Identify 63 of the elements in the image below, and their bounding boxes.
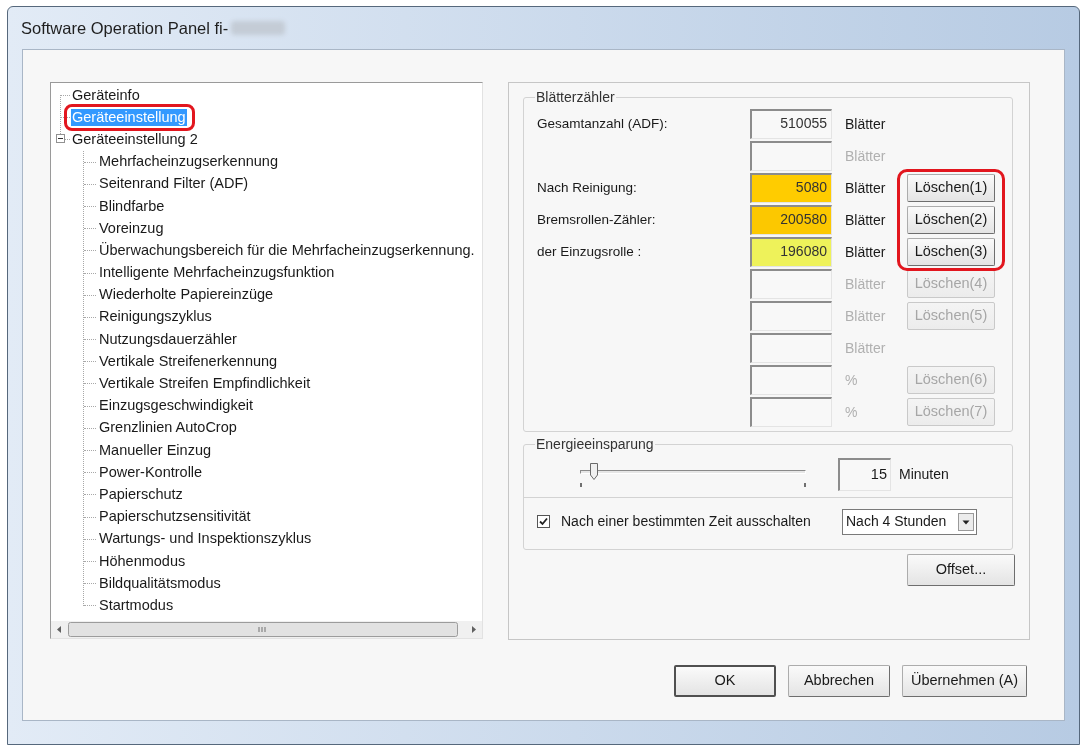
checkbox-label: Nach einer bestimmten Zeit ausschalten [561, 512, 812, 531]
minutes-field[interactable]: 15 [838, 458, 891, 491]
tree-item[interactable]: Mehrfacheinzugserkennung [98, 153, 279, 171]
collapse-icon[interactable] [56, 134, 65, 144]
unit-label: Blätter [845, 179, 886, 196]
tree-item[interactable]: Vertikale Streifen Empfindlichkeit [98, 375, 312, 393]
tree-item[interactable]: Blindfarbe [98, 197, 166, 215]
group-title: Energieeinsparung [535, 437, 655, 452]
counter-label: Bremsrollen-Zähler: [537, 211, 656, 227]
tree-item[interactable]: Wiederholte Papiereinzüge [98, 286, 275, 304]
tree-item[interactable]: Papierschutzsensitivität [98, 508, 252, 526]
tree-item[interactable]: Höhenmodus [98, 552, 187, 570]
window-title: Software Operation Panel fi- [21, 17, 229, 39]
redacted-block [231, 21, 286, 35]
counter-field: 5080 [750, 173, 832, 203]
unit-label: % [845, 371, 858, 388]
minutes-label: Minuten [899, 465, 949, 484]
push-button[interactable]: Löschen(2) [907, 206, 995, 234]
tree-item[interactable]: Grenzlinien AutoCrop [98, 419, 238, 437]
counter-label: Nach Reinigung: [537, 179, 637, 195]
push-button[interactable]: Offset... [907, 554, 1015, 586]
unit-label: Blätter [845, 147, 886, 164]
tree-item[interactable]: Papierschutz [98, 485, 184, 503]
unit-label: % [845, 403, 858, 420]
tick-mark-icon [580, 482, 582, 487]
push-button[interactable]: Abbrechen [788, 665, 890, 697]
tree-item[interactable]: Power-Kontrolle [98, 463, 204, 481]
counter-field: 196080 [750, 237, 832, 267]
push-button[interactable]: OK [674, 665, 776, 697]
tree-item[interactable]: Reinigungszyklus [98, 308, 213, 326]
tick-mark-icon [804, 482, 806, 487]
unit-label: Blätter [845, 211, 886, 228]
unit-label: Blätter [845, 275, 886, 292]
tree-item[interactable]: Startmodus [98, 596, 175, 614]
unit-label: Blätter [845, 307, 886, 324]
tree-item[interactable]: Geräteeinstellung 2 [71, 130, 199, 148]
unit-label: Blätter [845, 243, 886, 260]
counter-field: 200580 [750, 205, 832, 235]
tree-item[interactable]: Intelligente Mehrfacheinzugsfunktion [98, 264, 336, 282]
horizontal-scrollbar[interactable] [51, 621, 482, 638]
tree-item[interactable]: Manueller Einzug [98, 441, 213, 459]
tree-item[interactable]: Vertikale Streifenerkennung [98, 352, 279, 370]
checkbox[interactable] [537, 515, 550, 528]
tree-item[interactable]: Nutzungsdauerzähler [98, 330, 238, 348]
tree-item[interactable]: Geräteinfo [71, 86, 141, 104]
scrollbar-thumb[interactable] [68, 622, 458, 637]
tree-item[interactable]: Wartungs- und Inspektionszyklus [98, 530, 313, 548]
unit-label: Blätter [845, 339, 886, 356]
push-button[interactable]: Löschen(3) [907, 238, 995, 266]
tree-item[interactable]: Seitenrand Filter (ADF) [98, 175, 250, 193]
slider-thumb[interactable] [590, 462, 599, 480]
counter-label: Gesamtanzahl (ADF): [537, 115, 668, 131]
push-button[interactable]: Übernehmen (A) [902, 665, 1027, 697]
push-button[interactable]: Löschen(1) [907, 174, 995, 202]
counter-field: 510055 [750, 109, 832, 139]
tree-item[interactable]: Überwachungsbereich für die Mehrfacheinzugserkennung. [98, 241, 476, 259]
group-title: Blätterzähler [535, 90, 616, 105]
dropdown[interactable]: Nach 4 Stunden [842, 508, 977, 535]
unit-label: Blätter [845, 115, 886, 132]
tree-item[interactable]: Bildqualitätsmodus [98, 574, 222, 592]
tree-item[interactable]: Voreinzug [98, 219, 165, 237]
counter-label: der Einzugsrolle : [537, 243, 642, 259]
tree-item[interactable]: Einzugsgeschwindigkeit [98, 397, 254, 415]
